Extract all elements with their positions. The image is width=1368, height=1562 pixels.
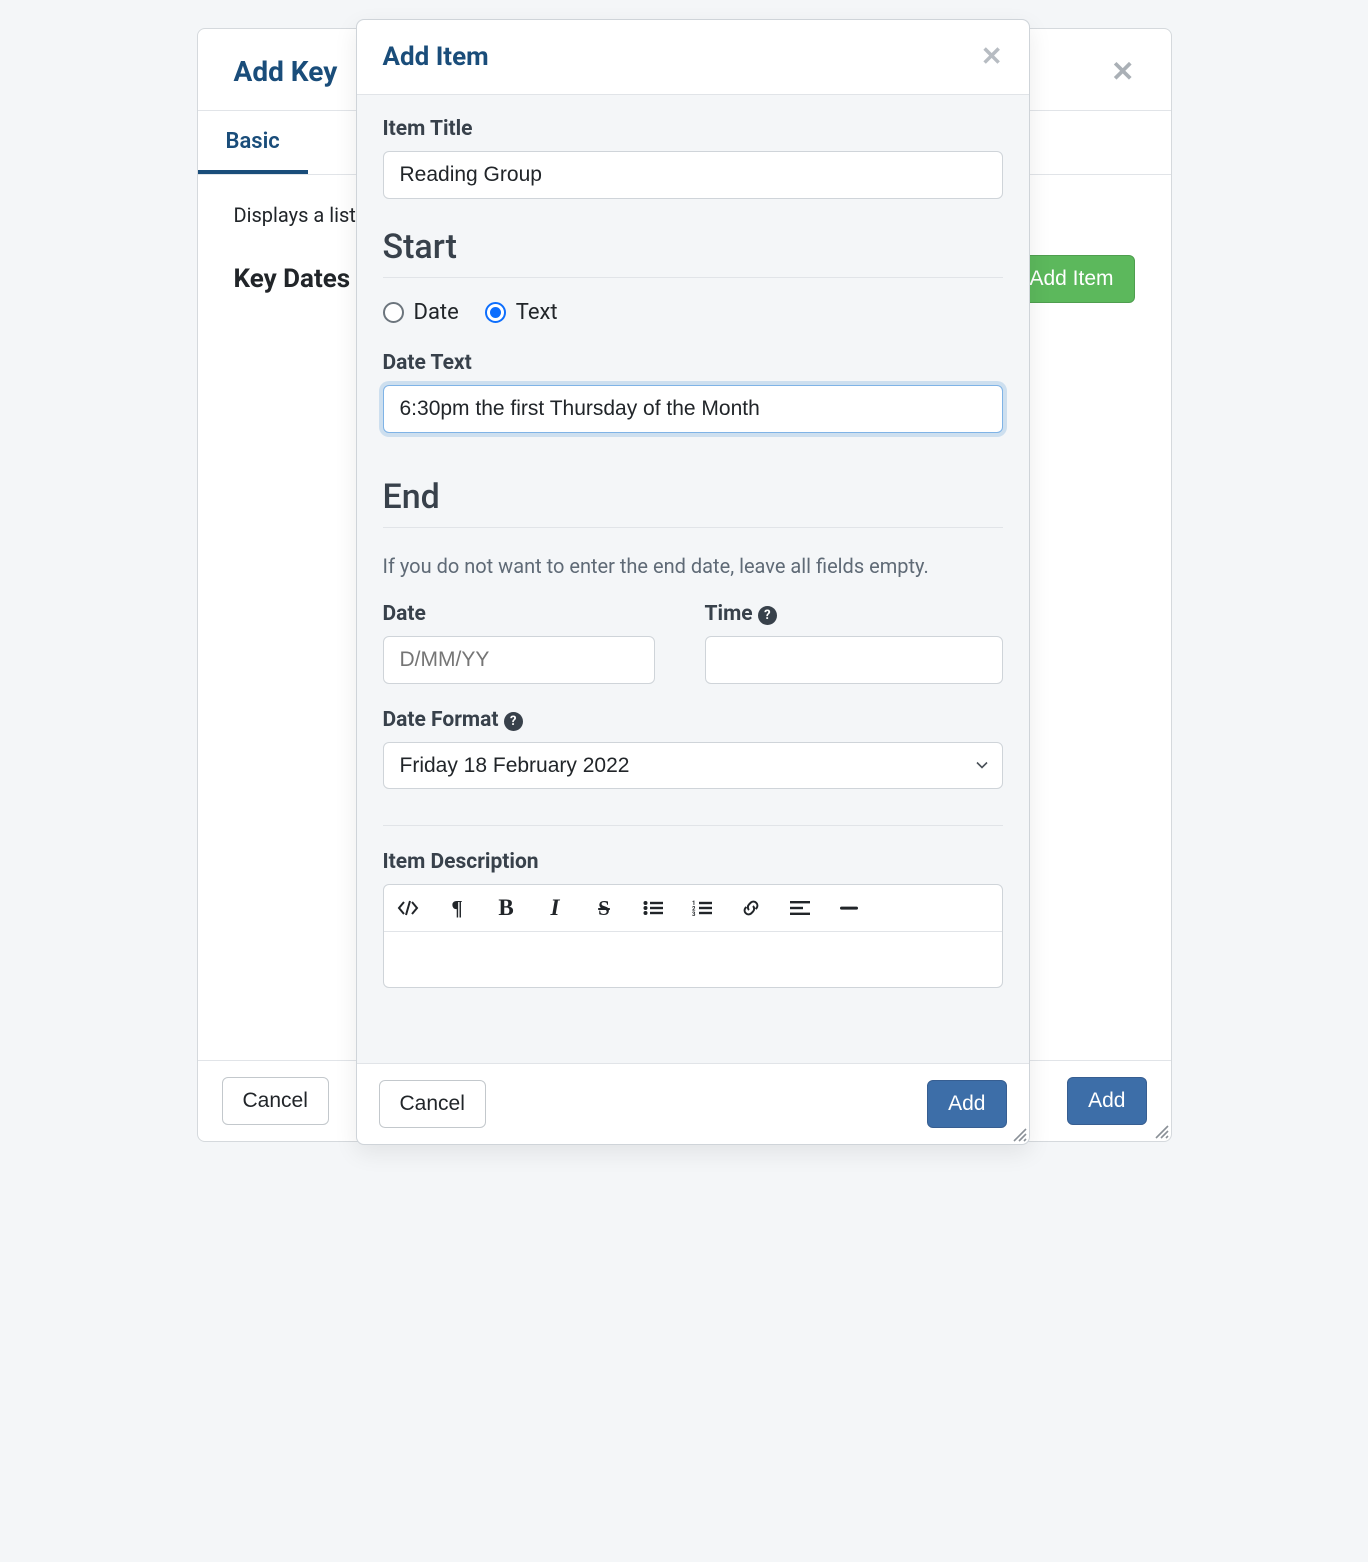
start-heading: Start [383, 227, 1003, 278]
radio-icon [383, 302, 404, 323]
end-date-input[interactable] [383, 636, 655, 684]
strikethrough-icon[interactable]: S [580, 885, 629, 931]
cancel-button-bg[interactable]: Cancel [222, 1077, 329, 1125]
radio-icon [485, 302, 506, 323]
editor-content[interactable] [384, 932, 1002, 987]
end-heading: End [383, 477, 1003, 528]
end-helptext: If you do not want to enter the end date… [383, 554, 1003, 578]
minus-icon[interactable] [825, 885, 874, 931]
help-icon[interactable]: ? [758, 606, 777, 625]
resize-handle-icon[interactable] [1155, 1125, 1169, 1139]
modal-footer: Cancel Add [357, 1063, 1029, 1144]
cancel-button[interactable]: Cancel [379, 1080, 486, 1128]
modal-header: Add Item ✕ [357, 20, 1029, 95]
item-description-label: Item Description [383, 850, 1003, 874]
link-icon[interactable] [727, 885, 776, 931]
bold-icon[interactable]: B [482, 885, 531, 931]
code-icon[interactable] [384, 885, 433, 931]
background-modal: Add Key ✕ Basic Displays a list Key Date… [197, 28, 1172, 1142]
add-item-modal: Add Item ✕ Item Title Start Date Text Da… [356, 19, 1030, 1145]
date-format-label: Date Format ? [383, 708, 1003, 732]
end-date-time-row: Date Time ? [383, 602, 1003, 684]
help-icon[interactable]: ? [504, 712, 523, 731]
radio-text-label: Text [516, 300, 558, 325]
editor-toolbar: ¶ B I S 123 [384, 885, 1002, 932]
item-title-label: Item Title [383, 117, 1003, 141]
add-button-bg[interactable]: Add [1067, 1077, 1146, 1125]
tab-basic[interactable]: Basic [198, 111, 308, 174]
divider [383, 825, 1003, 826]
section-label-key-dates: Key Dates [234, 264, 351, 294]
radio-text-option[interactable]: Text [485, 300, 558, 325]
end-date-col: Date [383, 602, 655, 684]
end-time-label: Time ? [705, 602, 1003, 626]
date-text-label: Date Text [383, 351, 1003, 375]
numbered-list-icon[interactable]: 123 [678, 885, 727, 931]
end-date-label: Date [383, 602, 655, 626]
start-type-radios: Date Text [383, 300, 1003, 325]
modal-title: Add Item [383, 42, 489, 72]
item-title-input[interactable] [383, 151, 1003, 199]
modal-body: Item Title Start Date Text Date Text End… [357, 95, 1029, 1063]
date-format-select-wrap: Friday 18 February 2022 [383, 742, 1003, 789]
align-icon[interactable] [776, 885, 825, 931]
svg-text:3: 3 [692, 911, 696, 916]
date-format-select[interactable]: Friday 18 February 2022 [383, 742, 1003, 789]
italic-icon[interactable]: I [531, 885, 580, 931]
close-icon[interactable]: ✕ [981, 42, 1003, 72]
radio-date-option[interactable]: Date [383, 300, 459, 325]
bullet-list-icon[interactable] [629, 885, 678, 931]
end-time-col: Time ? [705, 602, 1003, 684]
description-editor: ¶ B I S 123 [383, 884, 1003, 988]
add-button[interactable]: Add [927, 1080, 1006, 1128]
background-title: Add Key [234, 55, 338, 88]
date-text-input[interactable] [383, 385, 1003, 433]
close-icon[interactable]: ✕ [1111, 55, 1134, 88]
pilcrow-icon[interactable]: ¶ [433, 885, 482, 931]
resize-handle-icon[interactable] [1013, 1128, 1027, 1142]
end-time-input[interactable] [705, 636, 1003, 684]
radio-date-label: Date [414, 300, 459, 325]
